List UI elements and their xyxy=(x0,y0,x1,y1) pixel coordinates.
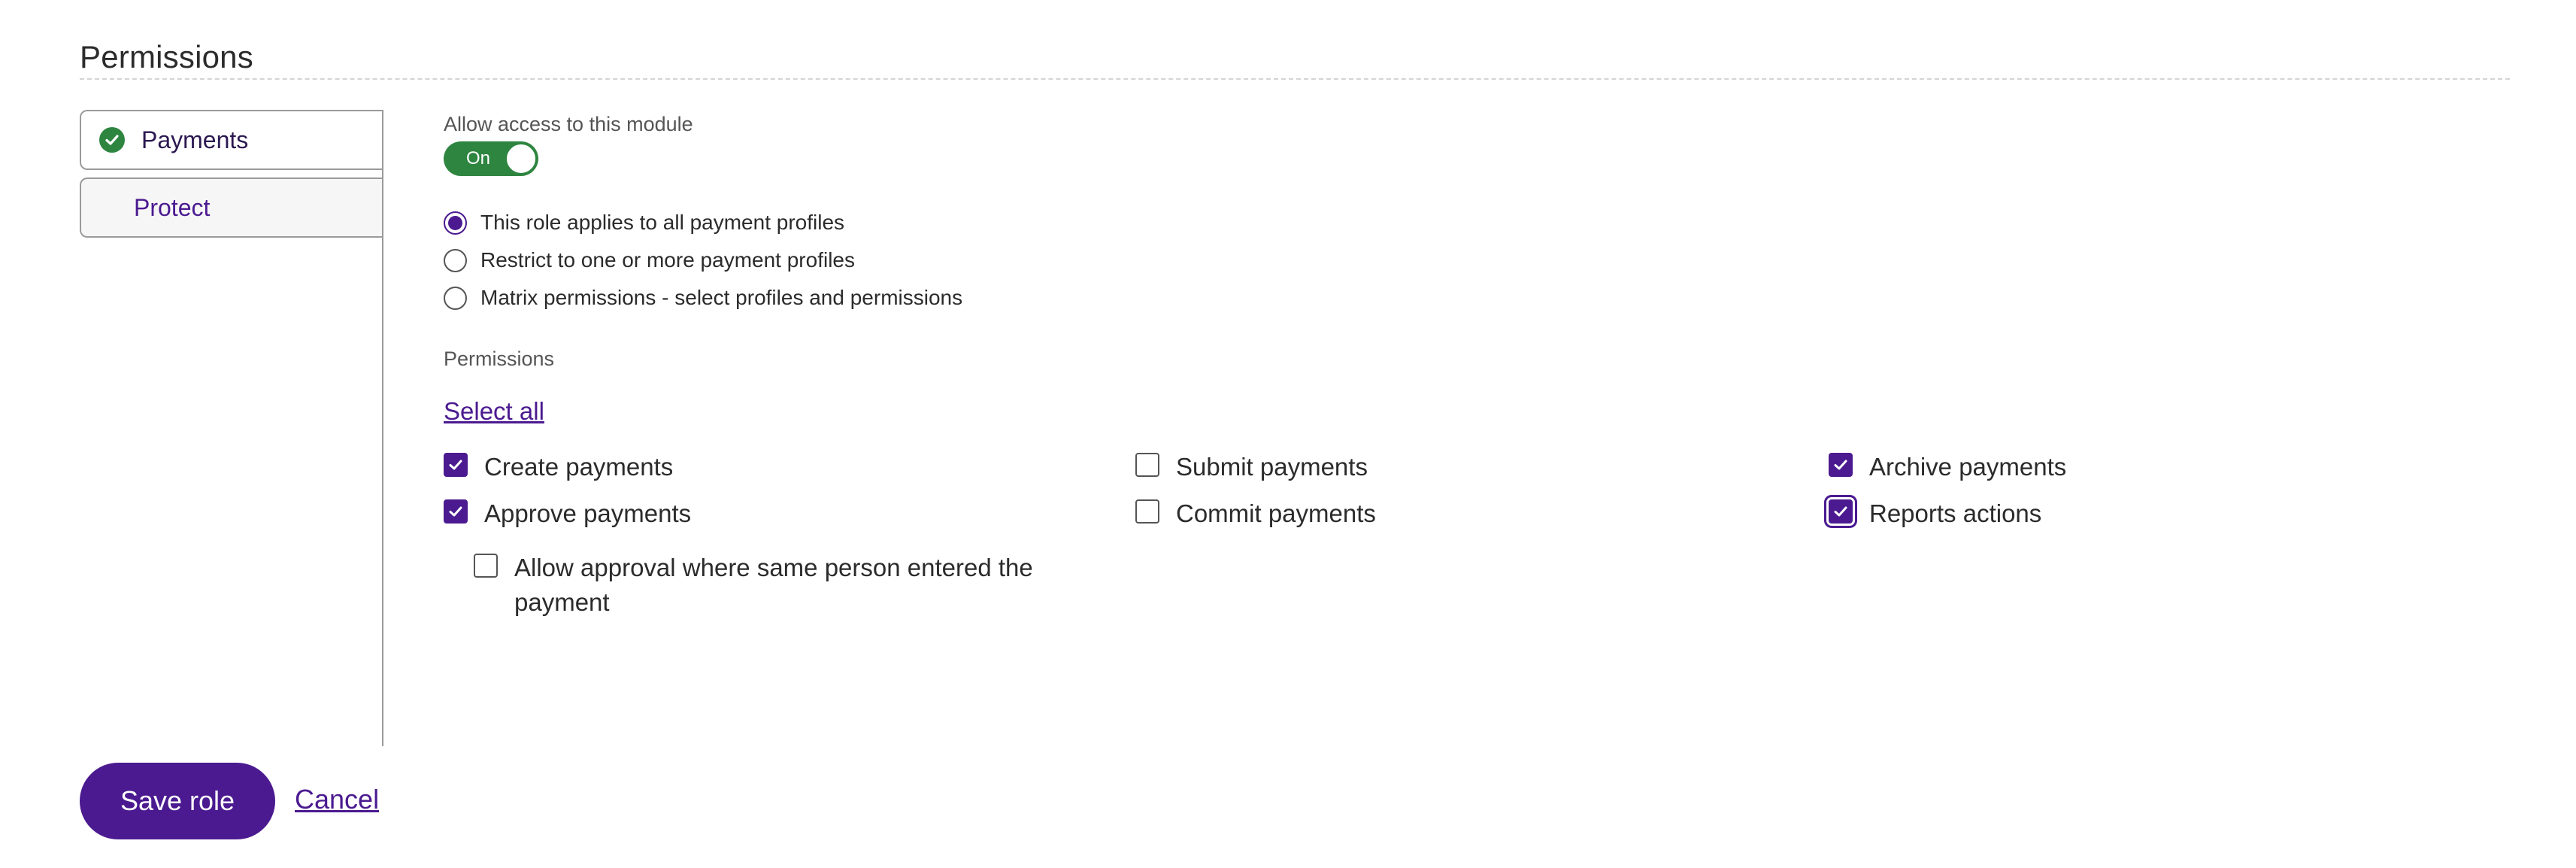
radio-label: Matrix permissions - select profiles and… xyxy=(480,286,963,309)
checkbox[interactable] xyxy=(1829,499,1853,524)
permission-allow-self-approval[interactable]: Allow approval where same person entered… xyxy=(474,551,1056,620)
checkbox[interactable] xyxy=(444,453,468,477)
checkbox-label: Submit payments xyxy=(1176,453,1368,481)
module-tab-payments[interactable]: Payments xyxy=(80,110,382,170)
access-label: Allow access to this module xyxy=(444,113,693,135)
checkbox-label: Approve payments xyxy=(484,499,692,527)
section-title: Permissions xyxy=(80,39,253,74)
checkbox[interactable] xyxy=(1135,499,1159,524)
checkbox-label: Commit payments xyxy=(1176,499,1376,527)
checkbox[interactable] xyxy=(474,554,498,578)
permission-submit-payments[interactable]: Submit payments xyxy=(1135,450,1368,484)
permission-reports-actions[interactable]: Reports actions xyxy=(1829,496,2041,531)
permissions-heading: Permissions xyxy=(444,348,555,370)
checkbox-label: Archive payments xyxy=(1869,453,2067,481)
radio-button[interactable] xyxy=(444,286,467,310)
checkbox-label: Allow approval where same person entered… xyxy=(514,554,1033,616)
toggle-state-text: On xyxy=(466,148,491,168)
module-tab-label: Payments xyxy=(141,126,249,153)
radio-label: This role applies to all payment profile… xyxy=(480,211,845,234)
checkbox[interactable] xyxy=(444,499,468,524)
toggle-knob xyxy=(505,143,537,175)
scope-option-matrix-permissions[interactable]: Matrix permissions - select profiles and… xyxy=(444,286,962,310)
tab-panel-divider xyxy=(382,110,383,746)
permission-approve-payments[interactable]: Approve payments xyxy=(444,496,691,531)
radio-label: Restrict to one or more payment profiles xyxy=(480,248,855,272)
select-all-link[interactable]: Select all xyxy=(444,397,544,426)
checkbox-label: Reports actions xyxy=(1869,499,2042,527)
permission-commit-payments[interactable]: Commit payments xyxy=(1135,496,1376,531)
checkbox-label: Create payments xyxy=(484,453,674,481)
save-role-button[interactable]: Save role xyxy=(80,763,275,839)
permission-create-payments[interactable]: Create payments xyxy=(444,450,673,484)
module-access-toggle[interactable]: On xyxy=(444,141,538,176)
permission-archive-payments[interactable]: Archive payments xyxy=(1829,450,2066,484)
permissions-page: Permissions Payments Protect Allow acces… xyxy=(0,0,2576,868)
checkbox[interactable] xyxy=(1135,453,1159,477)
check-circle-icon xyxy=(99,127,125,153)
module-tab-protect[interactable]: Protect xyxy=(80,178,382,238)
radio-button[interactable] xyxy=(444,248,467,272)
section-divider xyxy=(80,78,2510,80)
radio-button[interactable] xyxy=(444,211,467,235)
checkbox[interactable] xyxy=(1829,453,1853,477)
scope-option-all-profiles[interactable]: This role applies to all payment profile… xyxy=(444,211,844,235)
module-tab-label: Protect xyxy=(134,193,211,221)
cancel-link[interactable]: Cancel xyxy=(295,784,379,815)
scope-option-restrict-profiles[interactable]: Restrict to one or more payment profiles xyxy=(444,248,855,272)
